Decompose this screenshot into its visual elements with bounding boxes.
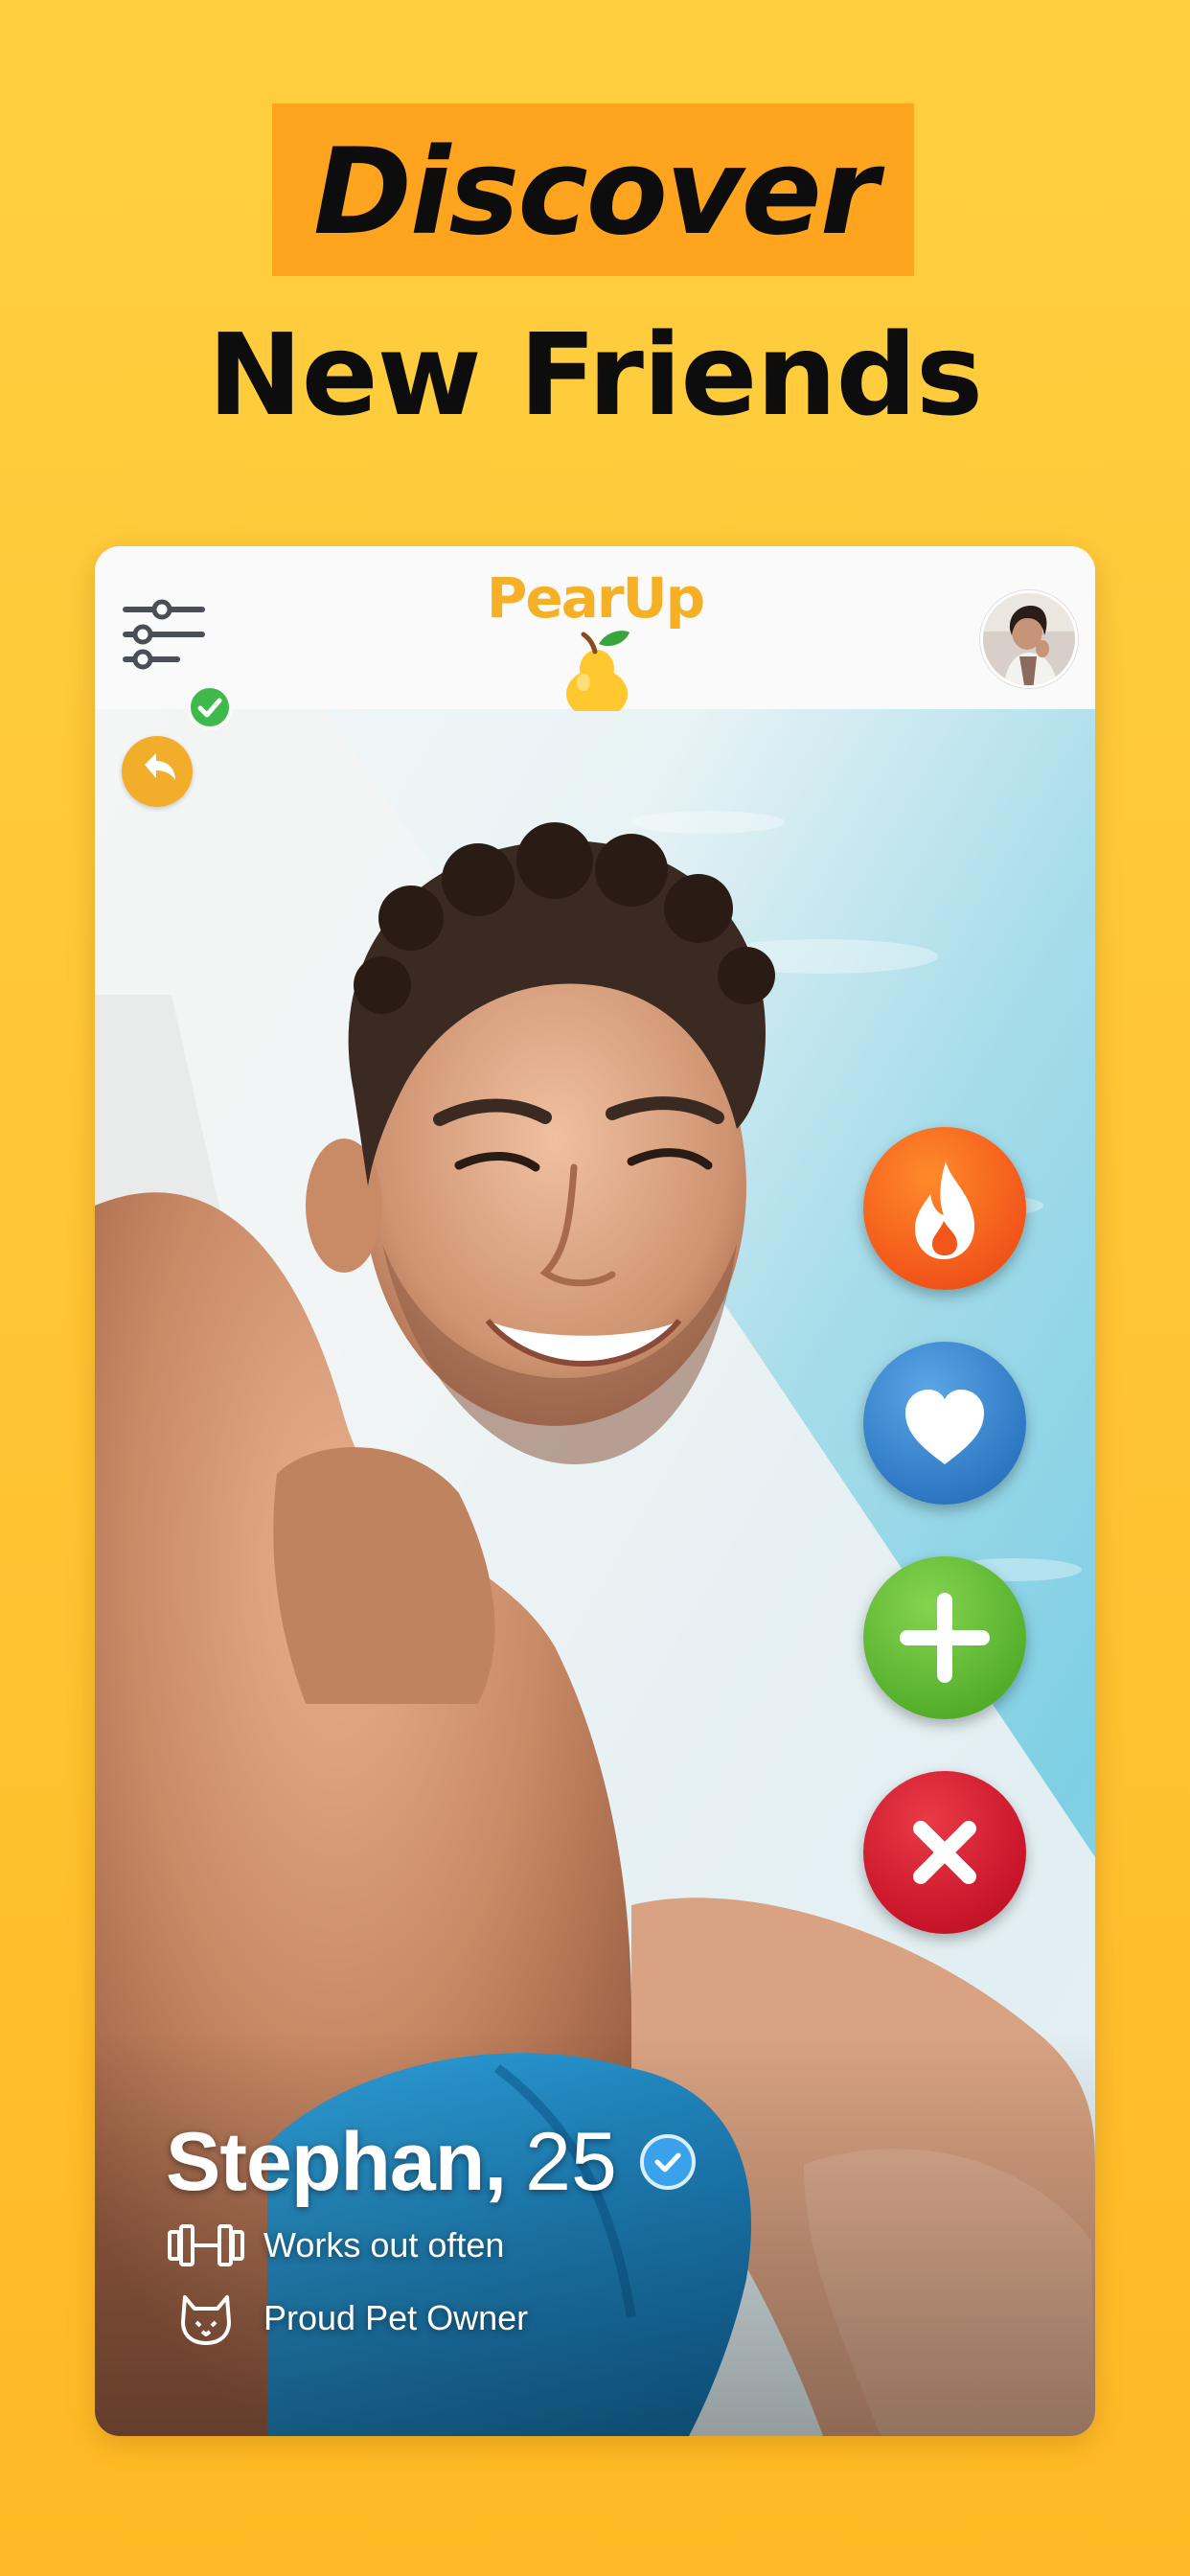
profile-info: Stephan, 25 Works out often Proud Pet Ow… xyxy=(166,2116,696,2354)
filter-active-check-icon xyxy=(187,684,233,730)
name-row: Stephan, 25 xyxy=(166,2116,696,2208)
like-button[interactable] xyxy=(863,1342,1026,1505)
flame-icon xyxy=(915,1162,974,1259)
profile-name: Stephan, xyxy=(166,2115,507,2208)
app-screen: PearUp Stephan, 25 Works out often Proud… xyxy=(95,546,1095,2436)
tag-pet-owner: Proud Pet Owner xyxy=(166,2283,696,2354)
undo-button[interactable] xyxy=(122,736,193,807)
verified-badge-icon xyxy=(639,2134,696,2190)
headline-discover: Discover xyxy=(312,124,879,262)
profile-age: 25 xyxy=(525,2115,617,2208)
heart-icon xyxy=(905,1390,984,1464)
app-logo-text: PearUp xyxy=(486,565,705,631)
tag-label: Works out often xyxy=(263,2225,505,2265)
tag-label: Proud Pet Owner xyxy=(263,2298,529,2337)
tag-works-out: Works out often xyxy=(166,2210,696,2281)
undo-arrow-icon xyxy=(145,753,175,780)
app-header: PearUp xyxy=(95,546,1095,730)
user-avatar[interactable] xyxy=(980,590,1078,688)
pear-logo-icon xyxy=(566,631,629,711)
add-friend-button[interactable] xyxy=(863,1556,1026,1719)
cat-icon xyxy=(181,2295,231,2345)
super-like-button[interactable] xyxy=(863,1127,1026,1290)
pass-button[interactable] xyxy=(863,1771,1026,1934)
plus-icon xyxy=(900,1593,990,1683)
close-icon xyxy=(913,1821,976,1884)
headline-new-friends: New Friends xyxy=(207,309,983,441)
dumbbell-icon xyxy=(168,2224,244,2266)
